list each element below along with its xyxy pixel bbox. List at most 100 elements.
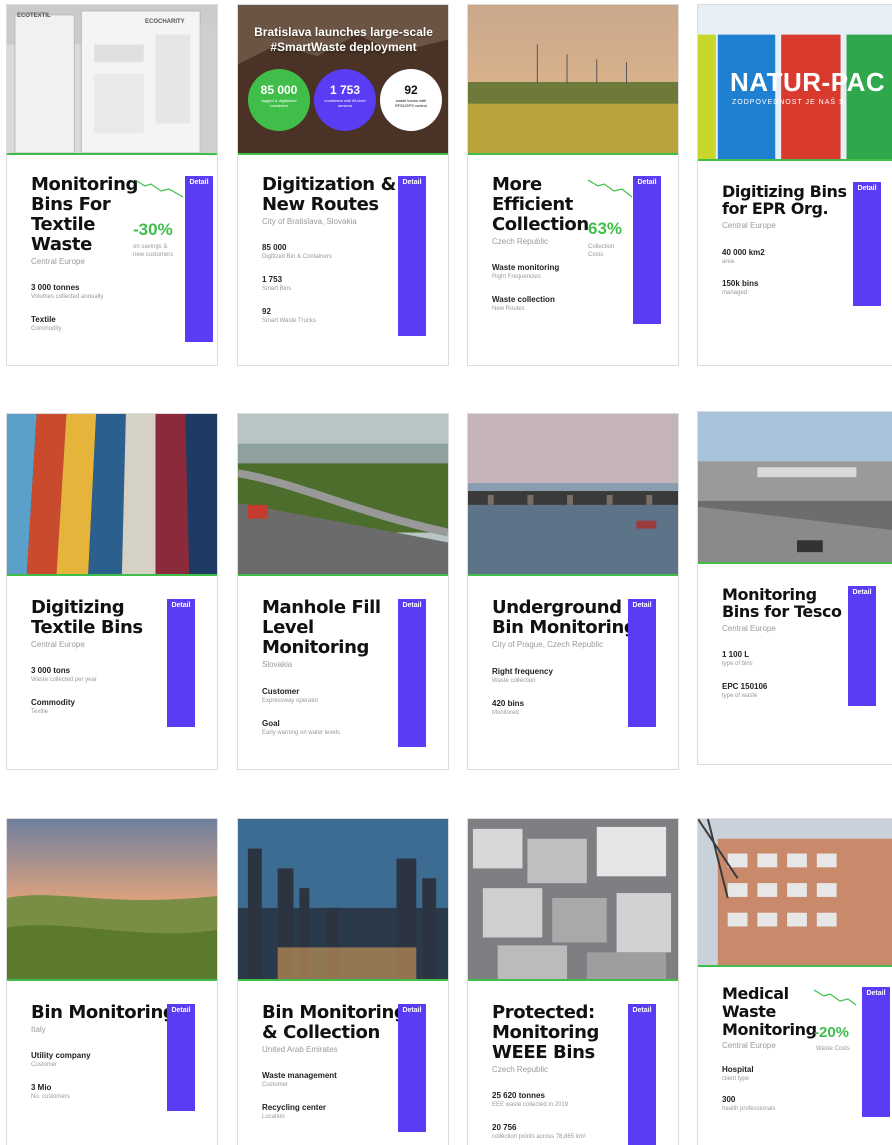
card-image-bratislava: Bratislava launches large-scale #SmartWa… <box>238 5 448 155</box>
detail-button[interactable]: Detail <box>862 987 890 1117</box>
card-title: Underground Bin Monitoring <box>492 597 637 638</box>
case-study-card[interactable]: ECOTEXTIL ECOCHARITY Monitoring Bins For… <box>6 4 218 366</box>
detail-button[interactable]: Detail <box>398 1004 426 1132</box>
card-image-windfarm <box>468 5 678 155</box>
stat-label: health professionals <box>722 1106 776 1112</box>
stat-value: 1 100 L <box>722 650 750 659</box>
detail-button[interactable]: Detail <box>167 599 195 727</box>
stat-value: 1 753 <box>262 275 283 284</box>
detail-button[interactable]: Detail <box>633 176 661 324</box>
stat-value: Textile <box>31 315 56 324</box>
case-study-card[interactable]: NATUR-PAC ZODPOVEDNOST JE NAŠ S Digitizi… <box>697 4 892 366</box>
stat-value: 85 000 <box>262 243 287 252</box>
stat-value: 3 000 tons <box>31 666 71 675</box>
stat-label: Monitored <box>492 710 519 716</box>
stat-value: 420 bins <box>492 699 525 708</box>
bubble-label: waste trucks with RFID/GPS control <box>394 98 427 108</box>
card-image-italy-hills <box>7 819 217 981</box>
stat-label: Customer <box>31 1062 58 1068</box>
case-study-card[interactable]: Manhole Fill Level Monitoring Slovakia C… <box>237 413 449 770</box>
stat-value: 150k bins <box>722 279 759 288</box>
detail-button[interactable]: Detail <box>628 599 656 727</box>
detail-button[interactable]: Detail <box>398 176 426 336</box>
stat-value: 300 <box>722 1095 736 1104</box>
stat-value: Utility company <box>31 1051 91 1060</box>
detail-button[interactable]: Detail <box>185 176 213 342</box>
stat-value: Goal <box>262 719 280 728</box>
card-location: Central Europe <box>722 624 776 633</box>
card-image-hospital <box>698 819 892 967</box>
case-study-card[interactable]: More Efficient Collection Czech Republic… <box>467 4 679 366</box>
case-study-card[interactable]: Bin Monitoring & Collection United Arab … <box>237 818 449 1145</box>
trend-down-icon <box>135 179 184 198</box>
card-title: Monitoring Bins for Tesco <box>722 585 842 621</box>
case-study-card[interactable]: Bratislava launches large-scale #SmartWa… <box>237 4 449 366</box>
stat-label: Smart Bins <box>262 286 292 292</box>
stat-label: type of bins <box>722 661 753 667</box>
bubble-value: 85 000 <box>260 83 298 97</box>
card-title: Protected: Monitoring WEEE Bins <box>492 1002 599 1063</box>
highlight-label: Collection Costs <box>588 244 615 258</box>
image-brand-left: ECOTEXTIL <box>17 13 51 19</box>
card-image-natur-pack-bins: NATUR-PAC ZODPOVEDNOST JE NAŠ S <box>698 5 892 161</box>
stat-label: New Routes <box>492 306 525 312</box>
highlight-value: -20% <box>814 1024 850 1041</box>
card-location: Central Europe <box>31 640 85 649</box>
card-location: Central Europe <box>31 257 85 266</box>
stat-label: managed <box>722 290 748 296</box>
detail-button[interactable]: Detail <box>398 599 426 747</box>
stat-label: Waste collected per year <box>31 677 97 683</box>
card-location: City of Prague, Czech Republic <box>492 640 604 649</box>
trend-down-icon <box>814 989 857 1006</box>
bubble-value: 92 <box>404 83 418 97</box>
detail-button[interactable]: Detail <box>628 1004 656 1145</box>
case-study-card[interactable]: Digitizing Textile Bins Central Europe 3… <box>6 413 218 770</box>
card-title: Medical Waste Monitoring <box>722 984 817 1039</box>
stat-value: Waste collection <box>492 295 555 304</box>
case-study-card[interactable]: Medical Waste Monitoring Central Europe … <box>697 818 892 1145</box>
stat-label: No. customers <box>31 1094 70 1100</box>
stat-label: Early warning on water levels <box>262 730 341 736</box>
detail-button[interactable]: Detail <box>853 182 881 306</box>
card-title: Bin Monitoring <box>31 1002 176 1023</box>
card-title: Digitizing Bins for EPR Org. <box>722 182 847 218</box>
highlight-label: on savings & new customers <box>133 244 174 258</box>
detail-button[interactable]: Detail <box>167 1004 195 1111</box>
card-location: Czech Republic <box>492 237 549 246</box>
case-study-card[interactable]: Underground Bin Monitoring City of Pragu… <box>467 413 679 770</box>
trend-down-icon <box>588 179 633 198</box>
case-study-card[interactable]: Bin Monitoring Italy Utility company Cus… <box>6 818 218 1145</box>
stat-label: Smart Waste Trucks <box>262 318 316 324</box>
stat-value: 92 <box>262 307 271 316</box>
stat-value: Commodity <box>31 698 75 707</box>
bubble-value: 1 753 <box>329 83 361 97</box>
stat-label: Customer <box>262 1082 289 1088</box>
stat-value: Right frequency <box>492 667 553 676</box>
card-location: Slovakia <box>262 660 293 669</box>
case-study-card[interactable]: Protected: Monitoring WEEE Bins Czech Re… <box>467 818 679 1145</box>
stat-value: Recycling center <box>262 1103 327 1112</box>
image-tagline: ZODPOVEDNOST JE NAŠ S <box>732 99 845 106</box>
stat-label: Location <box>262 1114 285 1120</box>
stat-value: 25 620 tonnes <box>492 1091 545 1100</box>
card-image-tesco-store <box>698 412 892 564</box>
stat-value: Hospital <box>722 1065 754 1074</box>
card-title: Manhole Fill Level Monitoring <box>262 597 381 658</box>
stat-label: type of waste <box>722 693 758 699</box>
card-location: United Arab Emirates <box>262 1045 338 1054</box>
card-title: Bin Monitoring & Collection <box>262 1002 407 1043</box>
stat-value: EPC 150106 <box>722 682 768 691</box>
stat-value: 40 000 km2 <box>722 248 765 257</box>
stat-label: Right Frequencies <box>492 274 541 280</box>
stat-value: Waste management <box>262 1071 337 1080</box>
stat-label: Commodity <box>31 326 62 332</box>
card-image-prague-bridge <box>468 414 678 576</box>
card-title: Digitization & New Routes <box>262 174 396 215</box>
stat-value: 3 Mio <box>31 1083 52 1092</box>
stat-label: Volumes collected annually <box>31 294 104 300</box>
image-headline: Bratislava launches large-scale #SmartWa… <box>254 25 433 54</box>
image-brand-right: ECOCHARITY <box>145 19 185 25</box>
detail-button[interactable]: Detail <box>848 586 876 706</box>
case-study-card[interactable]: Monitoring Bins for Tesco Central Europe… <box>697 411 892 765</box>
card-location: Czech Republic <box>492 1065 549 1074</box>
